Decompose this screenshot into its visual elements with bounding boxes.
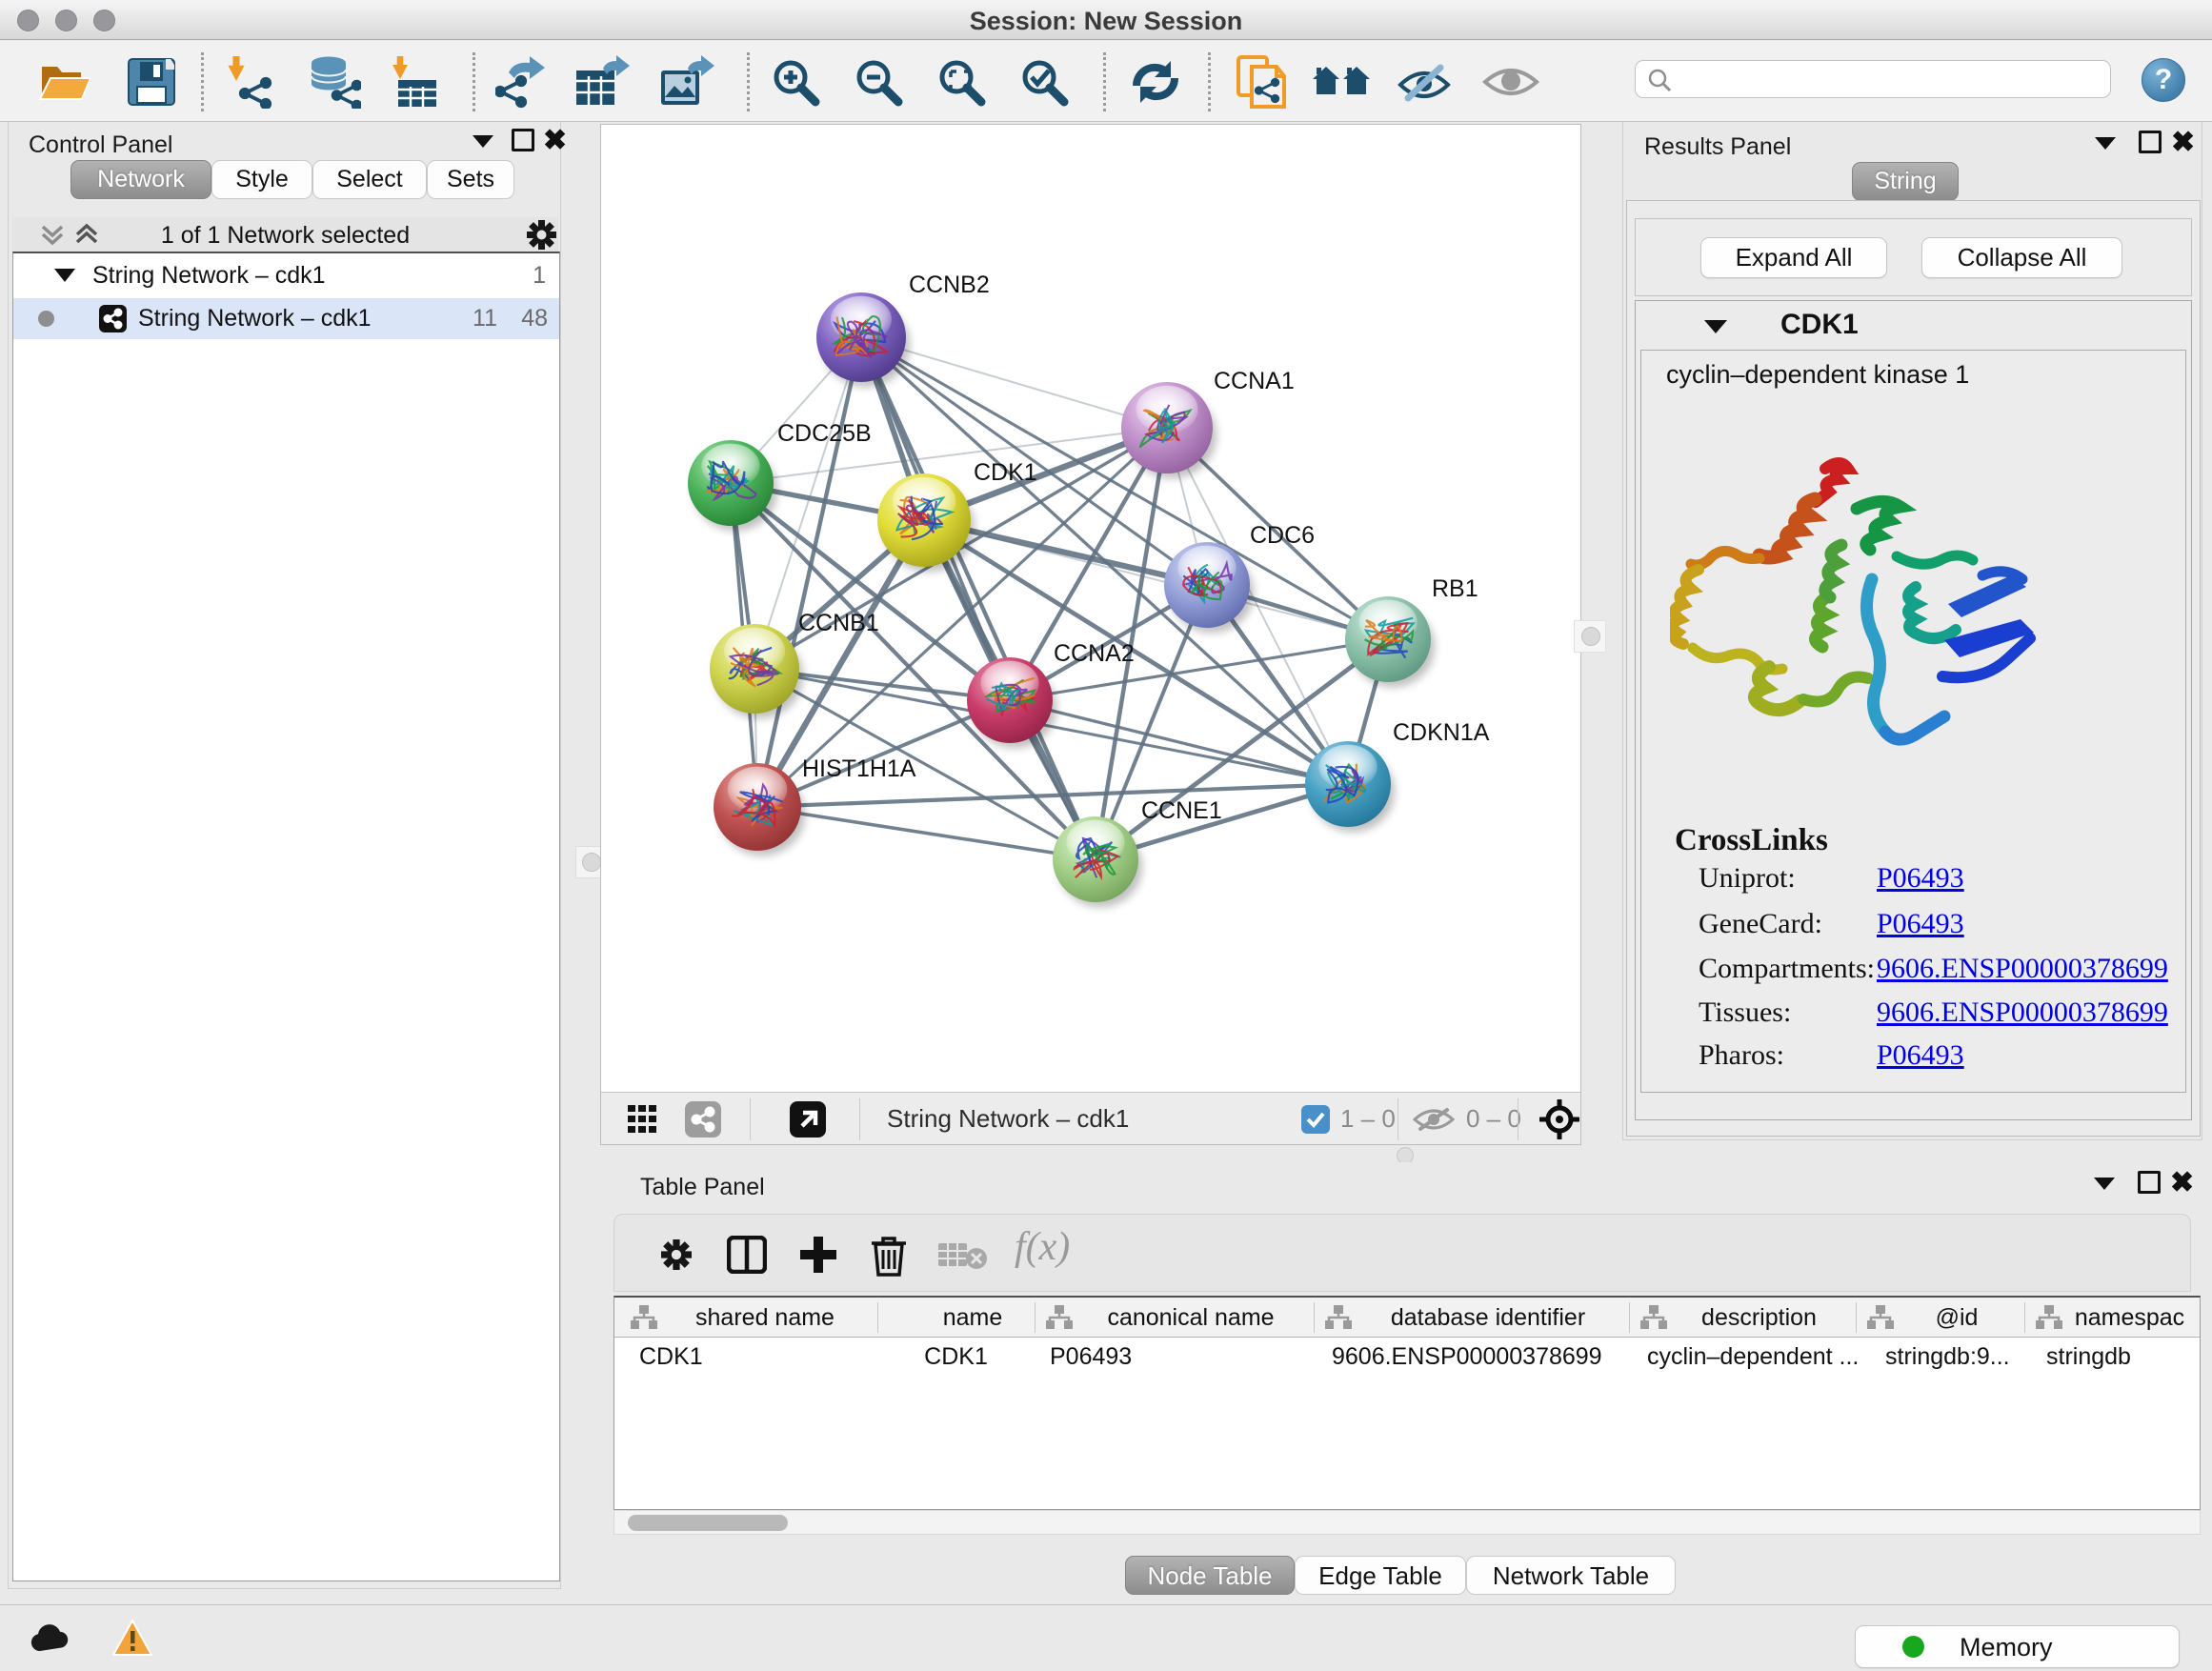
svg-text:CCNA1: CCNA1 [1214, 368, 1295, 394]
svg-text:CCNA2: CCNA2 [1054, 640, 1135, 667]
svg-text:CCNE1: CCNE1 [1141, 797, 1222, 824]
svg-text:CDC6: CDC6 [1250, 522, 1315, 549]
svg-text:CDC25B: CDC25B [777, 420, 872, 447]
svg-text:HIST1H1A: HIST1H1A [802, 755, 916, 782]
svg-text:CCNB2: CCNB2 [909, 272, 990, 298]
svg-text:CDKN1A: CDKN1A [1393, 719, 1490, 746]
svg-text:CDK1: CDK1 [974, 459, 1037, 486]
svg-text:CCNB1: CCNB1 [798, 610, 879, 636]
svg-text:RB1: RB1 [1432, 575, 1478, 602]
